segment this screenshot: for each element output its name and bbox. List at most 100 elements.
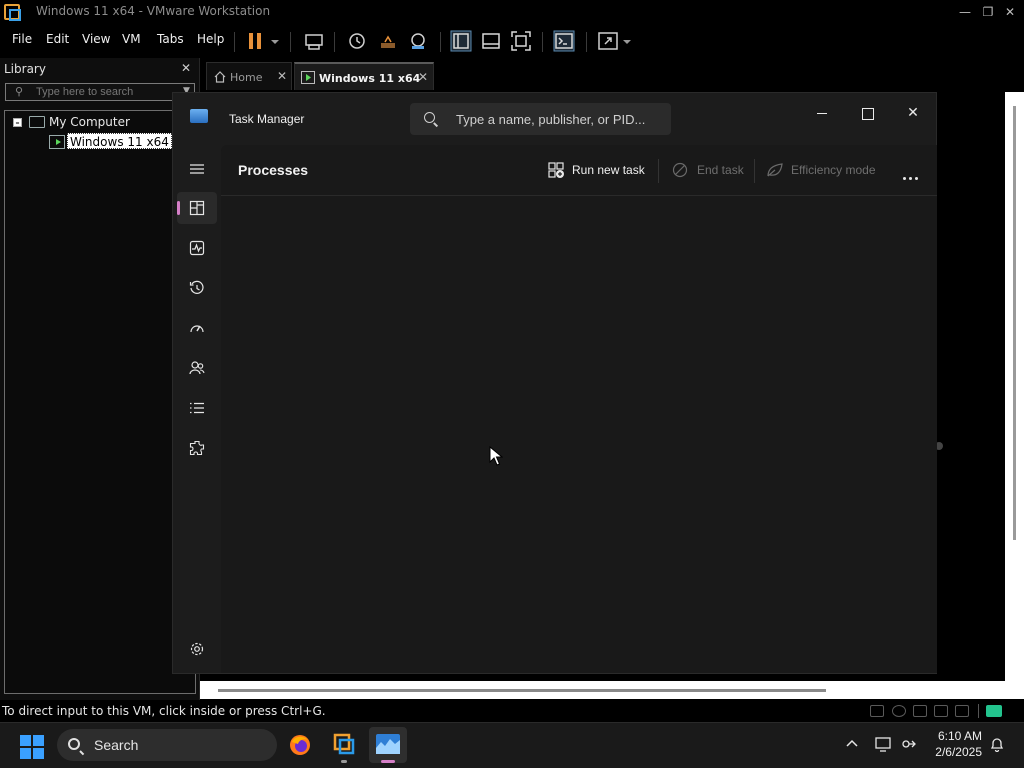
maximize-icon[interactable]: ❐ — [977, 2, 999, 22]
end-task-icon — [672, 162, 688, 178]
menu-edit[interactable]: Edit — [46, 32, 69, 46]
display-icon[interactable] — [875, 736, 893, 756]
header-divider — [221, 195, 937, 196]
end-task-button[interactable]: End task — [672, 159, 752, 183]
nav-startup-apps[interactable] — [177, 312, 217, 344]
revert-snapshot-icon[interactable] — [376, 29, 400, 53]
minimize-icon[interactable]: — — [954, 2, 976, 22]
chevron-down-icon[interactable] — [620, 29, 634, 53]
scrollbar-thumb[interactable] — [218, 689, 826, 692]
more-options-icon[interactable] — [903, 169, 921, 183]
snapshot-icon[interactable] — [345, 29, 369, 53]
library-search-input[interactable] — [36, 85, 176, 99]
network-status-icon[interactable] — [900, 736, 918, 756]
library-panel: Library ✕ ⚲ ▼ – My Computer Windows 11 x… — [0, 58, 200, 700]
nav-services[interactable] — [177, 432, 217, 464]
scrollbar-thumb[interactable] — [1013, 106, 1016, 540]
app-history-icon — [189, 280, 204, 294]
toolbar-separator — [586, 32, 587, 52]
send-keys-icon[interactable] — [302, 29, 326, 53]
cd-drive-icon[interactable] — [892, 705, 906, 717]
window-title: Windows 11 x64 - VMware Workstation — [36, 4, 271, 18]
page-title: Processes — [238, 162, 309, 178]
menu-file[interactable]: File — [12, 32, 32, 46]
search-icon — [424, 112, 435, 123]
tree-item-my-computer[interactable]: My Computer — [49, 115, 130, 129]
hard-disk-icon[interactable] — [870, 705, 884, 717]
processes-icon — [189, 200, 205, 216]
nav-users[interactable] — [177, 352, 217, 384]
full-screen-icon[interactable] — [509, 29, 533, 53]
network-icon[interactable] — [913, 705, 927, 717]
selection-indicator — [177, 201, 180, 215]
windows-taskbar: Search 6:10 AM 2/6/2025 — [0, 722, 1024, 768]
library-search-box[interactable]: ⚲ ▼ — [5, 83, 195, 101]
details-icon — [190, 402, 204, 414]
nav-app-history[interactable] — [177, 272, 217, 304]
clock-time[interactable]: 6:10 AM — [936, 729, 982, 743]
taskbar-search[interactable]: Search — [57, 729, 277, 761]
notification-bell-icon[interactable] — [989, 736, 1005, 756]
tab-home[interactable]: Home ✕ — [206, 62, 292, 90]
startup-apps-icon — [190, 325, 204, 333]
close-icon[interactable]: ✕ — [418, 70, 428, 84]
sound-icon[interactable] — [955, 705, 969, 717]
menu-tabs[interactable]: Tabs — [157, 32, 184, 46]
close-icon[interactable]: ✕ — [277, 69, 287, 83]
message-log-icon[interactable] — [986, 705, 1002, 717]
home-icon — [214, 71, 226, 83]
stretch-guest-icon[interactable] — [596, 29, 620, 53]
show-library-icon[interactable] — [449, 29, 473, 53]
windows-start-icon[interactable] — [20, 735, 44, 759]
thumbnail-bar-icon[interactable] — [479, 29, 503, 53]
pause-icon[interactable] — [244, 29, 268, 53]
efficiency-mode-button[interactable]: Efficiency mode — [766, 159, 886, 183]
toolbar-separator — [234, 32, 235, 52]
command-separator — [658, 159, 659, 183]
clock-date[interactable]: 2/6/2025 — [926, 745, 982, 759]
task-manager-icon — [376, 734, 400, 754]
task-manager-search[interactable] — [410, 103, 671, 135]
chevron-up-icon[interactable] — [845, 736, 859, 754]
menu-help[interactable]: Help — [197, 32, 224, 46]
run-new-task-button[interactable]: Run new task — [548, 159, 648, 183]
nav-performance[interactable] — [177, 232, 217, 264]
taskbar-vmware[interactable] — [325, 727, 363, 763]
active-indicator — [381, 760, 395, 763]
search-icon — [68, 738, 80, 750]
chevron-down-icon[interactable] — [268, 29, 282, 53]
hamburger-menu-button[interactable] — [177, 153, 217, 185]
toolbar-separator — [290, 32, 291, 52]
end-task-label: End task — [697, 163, 744, 177]
nav-processes[interactable] — [177, 192, 217, 224]
vm-running-icon — [301, 71, 315, 84]
hamburger-icon — [190, 164, 204, 174]
close-button[interactable]: ✕ — [893, 99, 933, 127]
minimize-button[interactable] — [802, 99, 842, 127]
nav-details[interactable] — [177, 392, 217, 424]
toolbar-separator — [542, 32, 543, 52]
close-icon[interactable]: ✕ — [999, 2, 1021, 22]
search-icon: ⚲ — [15, 85, 24, 98]
tree-item-vm[interactable]: Windows 11 x64 — [67, 133, 172, 149]
tab-vm[interactable]: Windows 11 x64 ✕ — [294, 62, 434, 90]
nav-settings[interactable] — [177, 633, 217, 665]
taskbar-task-manager[interactable] — [369, 727, 407, 763]
vm-running-icon — [49, 135, 65, 149]
maximize-button[interactable] — [847, 99, 887, 127]
status-message: To direct input to this VM, click inside… — [2, 704, 326, 718]
search-input[interactable] — [456, 111, 662, 127]
run-new-task-icon — [548, 162, 564, 178]
snapshot-manager-icon[interactable] — [406, 29, 430, 53]
taskbar-firefox[interactable] — [281, 727, 319, 763]
close-icon[interactable]: ✕ — [181, 61, 191, 75]
toolbar-separator — [440, 32, 441, 52]
usb-icon[interactable] — [934, 705, 948, 717]
collapse-icon[interactable]: – — [13, 118, 22, 127]
status-separator — [978, 704, 979, 718]
console-view-icon[interactable] — [552, 29, 576, 53]
computer-icon — [29, 116, 45, 128]
library-tree: – My Computer Windows 11 x64 — [4, 110, 196, 694]
menu-view[interactable]: View — [82, 32, 110, 46]
menu-vm[interactable]: VM — [122, 32, 141, 46]
